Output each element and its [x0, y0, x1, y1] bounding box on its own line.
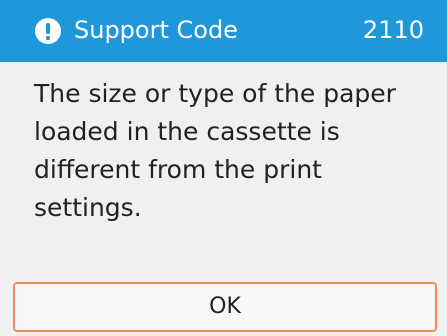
ok-button[interactable]: OK [13, 282, 437, 332]
support-code-header: Support Code 2110 [0, 0, 447, 62]
support-code-title: Support Code [74, 16, 238, 44]
support-code-screen: Support Code 2110 The size or type of th… [0, 0, 447, 336]
error-message: The size or type of the paper loaded in … [34, 79, 396, 222]
exclamation-circle-icon [35, 18, 61, 44]
support-code-number: 2110 [362, 16, 424, 44]
